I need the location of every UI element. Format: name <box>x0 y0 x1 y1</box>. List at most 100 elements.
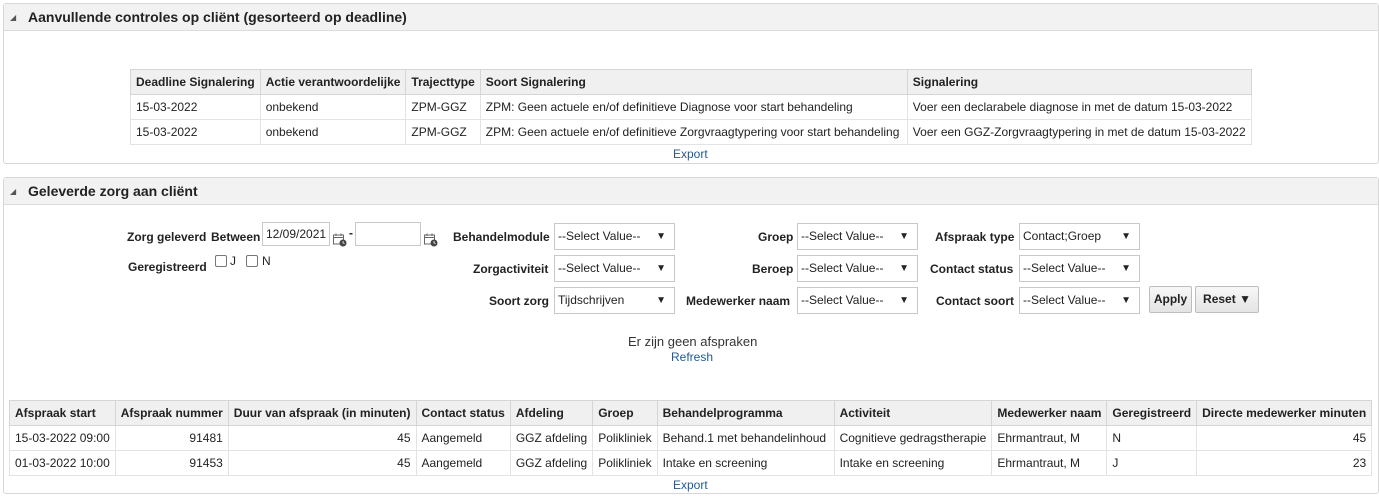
column-header[interactable]: Groep <box>592 400 658 426</box>
dropdown-arrow-icon: ▼ <box>899 263 909 274</box>
column-header[interactable]: Afspraak nummer <box>114 400 229 426</box>
column-header[interactable]: Geregistreerd <box>1106 400 1198 426</box>
column-header[interactable]: Signalering <box>906 69 1252 95</box>
table-cell: ZPM-GGZ <box>405 94 481 120</box>
checkbox-j-label: J <box>230 254 236 268</box>
dropdown-arrow-icon: ▼ <box>1121 295 1131 306</box>
table-cell: Intake en screening <box>656 450 835 476</box>
date-to-input[interactable] <box>355 222 421 246</box>
behandelmodule-label: Behandelmodule <box>453 230 550 244</box>
dropdown-arrow-icon: ▼ <box>656 263 666 274</box>
groep-label: Groep <box>758 230 794 244</box>
column-header[interactable]: Activiteit <box>833 400 993 426</box>
table-cell: 23 <box>1196 450 1373 476</box>
table-cell: Ehrmantraut, M <box>991 425 1108 451</box>
table-cell: ZPM: Geen actuele en/of definitieve Zorg… <box>479 119 908 145</box>
table-cell: 91481 <box>114 425 229 451</box>
table-header-row: Afspraak start Afspraak nummer Duur van … <box>9 400 1373 426</box>
table-cell: Ehrmantraut, M <box>991 450 1108 476</box>
table-cell: 91453 <box>114 450 229 476</box>
medewerker-naam-select[interactable]: --Select Value-- ▼ <box>797 287 918 314</box>
export-link[interactable]: Export <box>673 478 708 492</box>
select-value: --Select Value-- <box>801 261 884 275</box>
table-cell: Voer een declarabele diagnose in met de … <box>906 94 1252 120</box>
column-header[interactable]: Duur van afspraak (in minuten) <box>227 400 417 426</box>
select-value: --Select Value-- <box>801 229 884 243</box>
beroep-label: Beroep <box>752 262 794 276</box>
column-header[interactable]: Trajecttype <box>405 69 481 95</box>
medewerker-naam-label: Medewerker naam <box>686 294 791 308</box>
select-value: --Select Value-- <box>1023 293 1106 307</box>
table-cell: Intake en screening <box>833 450 993 476</box>
table-row[interactable]: 15-03-2022 09:00 91481 45 Aangemeld GGZ … <box>9 425 1373 451</box>
afspraak-type-select[interactable]: Contact;Groep ▼ <box>1019 223 1140 250</box>
geregistreerd-label: Geregistreerd <box>128 260 207 274</box>
section-title: Geleverde zorg aan cliënt <box>28 183 198 199</box>
table-cell: Voer een GGZ-Zorgvraagtypering in met de… <box>906 119 1252 145</box>
table-cell: 15-03-2022 <box>130 119 261 145</box>
column-header[interactable]: Contact status <box>415 400 511 426</box>
table-cell: Cognitieve gedragstherapie <box>833 425 993 451</box>
table-cell: J <box>1106 450 1198 476</box>
contact-soort-select[interactable]: --Select Value-- ▼ <box>1019 287 1140 314</box>
dropdown-arrow-icon: ▼ <box>656 295 666 306</box>
collapse-triangle-icon[interactable]: ◢ <box>10 13 20 22</box>
geleverde-zorg-section: ◢ Geleverde zorg aan cliënt Zorg gelever… <box>3 177 1379 494</box>
table-cell: 01-03-2022 10:00 <box>9 450 116 476</box>
column-header[interactable]: Soort Signalering <box>479 69 908 95</box>
select-value: Contact;Groep <box>1023 229 1102 243</box>
table-cell: 45 <box>227 425 417 451</box>
table-cell: ZPM-GGZ <box>405 119 481 145</box>
table-cell: onbekend <box>259 94 407 120</box>
column-header[interactable]: Behandelprogramma <box>656 400 835 426</box>
table-cell: 15-03-2022 09:00 <box>9 425 116 451</box>
calendar-icon[interactable] <box>333 233 347 247</box>
no-appointments-message: Er zijn geen afspraken <box>628 334 758 349</box>
calendar-icon[interactable] <box>424 233 438 247</box>
contact-status-select[interactable]: --Select Value-- ▼ <box>1019 255 1140 282</box>
table-cell: Aangemeld <box>415 450 511 476</box>
select-value: --Select Value-- <box>558 261 641 275</box>
zorgactiviteit-select[interactable]: --Select Value-- ▼ <box>554 255 675 282</box>
column-header[interactable]: Afspraak start <box>9 400 116 426</box>
afspraken-table: Afspraak start Afspraak nummer Duur van … <box>9 400 1373 476</box>
soort-zorg-select[interactable]: Tijdschrijven ▼ <box>554 287 675 314</box>
groep-select[interactable]: --Select Value-- ▼ <box>797 223 918 250</box>
beroep-select[interactable]: --Select Value-- ▼ <box>797 255 918 282</box>
table-cell: ZPM: Geen actuele en/of definitieve Diag… <box>479 94 908 120</box>
signaleringen-section: ◢ Aanvullende controles op cliënt (gesor… <box>3 3 1379 164</box>
signaleringen-table: Deadline Signalering Actie verantwoordel… <box>130 69 1252 145</box>
dropdown-arrow-icon: ▼ <box>1121 263 1131 274</box>
dropdown-arrow-icon: ▼ <box>899 231 909 242</box>
select-value: --Select Value-- <box>1023 261 1106 275</box>
zorg-geleverd-label: Zorg geleverd <box>127 230 207 244</box>
reset-button[interactable]: Reset ▼ <box>1195 286 1259 313</box>
geregistreerd-n-checkbox[interactable] <box>246 255 258 267</box>
date-from-input[interactable]: 12/09/2021 <box>262 222 330 246</box>
column-header[interactable]: Medewerker naam <box>991 400 1108 426</box>
dropdown-arrow-icon: ▼ <box>656 231 666 242</box>
behandelmodule-select[interactable]: --Select Value-- ▼ <box>554 223 675 250</box>
table-cell: GGZ afdeling <box>509 425 594 451</box>
geregistreerd-j-checkbox[interactable] <box>215 255 227 267</box>
checkbox-n-label: N <box>262 254 271 268</box>
section-header[interactable]: ◢ Geleverde zorg aan cliënt <box>4 178 1378 205</box>
table-header-row: Deadline Signalering Actie verantwoordel… <box>130 69 1252 95</box>
collapse-triangle-icon[interactable]: ◢ <box>10 187 20 196</box>
afspraak-type-label: Afspraak type <box>935 230 1015 244</box>
apply-button[interactable]: Apply <box>1149 286 1192 313</box>
contact-status-label: Contact status <box>930 262 1014 276</box>
contact-soort-label: Contact soort <box>936 294 1014 308</box>
column-header[interactable]: Afdeling <box>509 400 594 426</box>
table-cell: Polikliniek <box>592 450 658 476</box>
column-header[interactable]: Actie verantwoordelijke <box>259 69 407 95</box>
table-cell: GGZ afdeling <box>509 450 594 476</box>
table-row[interactable]: 01-03-2022 10:00 91453 45 Aangemeld GGZ … <box>9 450 1373 476</box>
column-header[interactable]: Directe medewerker minuten <box>1196 400 1373 426</box>
dropdown-arrow-icon: ▼ <box>899 295 909 306</box>
refresh-link[interactable]: Refresh <box>671 350 713 364</box>
column-header[interactable]: Deadline Signalering <box>130 69 261 95</box>
table-cell: 45 <box>227 450 417 476</box>
export-link[interactable]: Export <box>673 147 708 161</box>
section-header[interactable]: ◢ Aanvullende controles op cliënt (gesor… <box>4 4 1378 31</box>
